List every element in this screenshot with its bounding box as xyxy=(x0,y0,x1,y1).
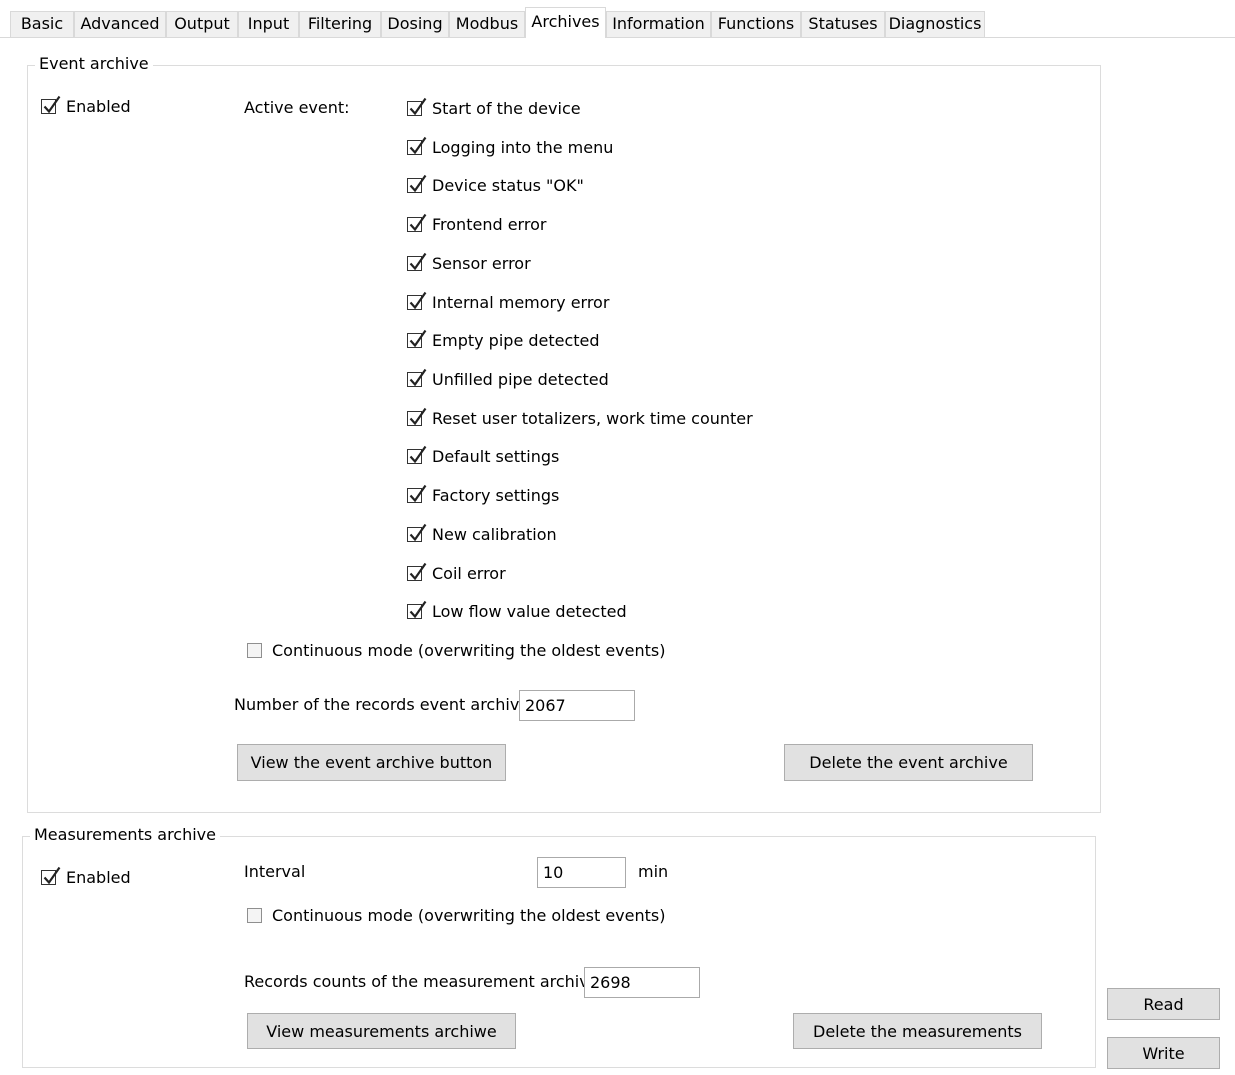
event-label: Frontend error xyxy=(432,215,547,234)
tab-bar: Basic Advanced Output Input Filtering Do… xyxy=(0,0,1235,38)
tab-statuses[interactable]: Statuses xyxy=(801,11,885,37)
checkbox-checked-icon xyxy=(407,174,427,193)
tab-basic[interactable]: Basic xyxy=(10,11,74,37)
checkbox-unchecked-icon xyxy=(247,643,262,658)
checkbox-checked-icon xyxy=(407,252,427,271)
event-label: Start of the device xyxy=(432,99,581,118)
event-records-label: Number of the records event archive xyxy=(234,695,530,714)
checkbox-checked-icon xyxy=(407,600,427,619)
measurements-enabled-label: Enabled xyxy=(66,868,131,887)
interval-field[interactable] xyxy=(537,857,626,888)
checkbox-checked-icon xyxy=(407,291,427,310)
checkbox-checked-icon xyxy=(407,445,427,464)
view-event-archive-button[interactable]: View the event archive button xyxy=(237,744,506,781)
tab-functions[interactable]: Functions xyxy=(711,11,801,37)
checkbox-checked-icon xyxy=(407,136,427,155)
checkbox-checked-icon xyxy=(407,562,427,581)
event-label: Empty pipe detected xyxy=(432,331,600,350)
event-label: New calibration xyxy=(432,525,557,544)
event-label: Unfilled pipe detected xyxy=(432,370,609,389)
tab-modbus[interactable]: Modbus xyxy=(449,11,525,37)
checkbox-checked-icon xyxy=(407,329,427,348)
checkbox-checked-icon xyxy=(407,523,427,542)
measurement-records-field[interactable] xyxy=(584,967,700,998)
checkbox-checked-icon xyxy=(407,484,427,503)
measurements-archive-title: Measurements archive xyxy=(30,825,220,845)
delete-measurements-button[interactable]: Delete the measurements xyxy=(793,1013,1042,1049)
tab-output[interactable]: Output xyxy=(166,11,238,37)
event-label: Logging into the menu xyxy=(432,138,614,157)
checkbox-checked-icon xyxy=(41,95,61,114)
event-archive-title: Event archive xyxy=(35,54,153,74)
event-label: Low flow value detected xyxy=(432,602,627,621)
checkbox-unchecked-icon xyxy=(247,908,262,923)
tab-information[interactable]: Information xyxy=(606,11,711,37)
checkbox-checked-icon xyxy=(407,97,427,116)
tab-advanced[interactable]: Advanced xyxy=(74,11,166,37)
event-records-field[interactable] xyxy=(519,690,635,721)
tab-archives[interactable]: Archives xyxy=(525,7,606,38)
tab-bar-divider xyxy=(0,37,1235,38)
event-label: Internal memory error xyxy=(432,293,610,312)
tab-dosing[interactable]: Dosing xyxy=(381,11,449,37)
event-label: Sensor error xyxy=(432,254,531,273)
checkbox-checked-icon xyxy=(407,407,427,426)
event-label: Coil error xyxy=(432,564,506,583)
checkbox-checked-icon xyxy=(407,368,427,387)
tab-filtering[interactable]: Filtering xyxy=(299,11,381,37)
event-archive-enabled-label: Enabled xyxy=(66,97,131,116)
event-label: Device status "OK" xyxy=(432,176,584,195)
checkbox-checked-icon xyxy=(407,213,427,232)
tab-input[interactable]: Input xyxy=(238,11,299,37)
event-continuous-mode-label: Continuous mode (overwriting the oldest … xyxy=(272,641,666,660)
measurements-continuous-mode-label: Continuous mode (overwriting the oldest … xyxy=(272,906,666,925)
write-button[interactable]: Write xyxy=(1107,1037,1220,1069)
read-button[interactable]: Read xyxy=(1107,988,1220,1020)
event-label: Factory settings xyxy=(432,486,560,505)
measurement-records-label: Records counts of the measurement archiv… xyxy=(244,972,599,991)
delete-event-archive-button[interactable]: Delete the event archive xyxy=(784,744,1033,781)
interval-unit: min xyxy=(638,862,669,881)
view-measurements-archive-button[interactable]: View measurements archiwe xyxy=(247,1013,516,1049)
checkbox-checked-icon xyxy=(41,866,61,885)
tab-diagnostics[interactable]: Diagnostics xyxy=(885,11,985,37)
interval-label: Interval xyxy=(244,862,306,881)
event-label: Reset user totalizers, work time counter xyxy=(432,409,753,428)
active-event-label: Active event: xyxy=(244,98,350,117)
event-label: Default settings xyxy=(432,447,560,466)
